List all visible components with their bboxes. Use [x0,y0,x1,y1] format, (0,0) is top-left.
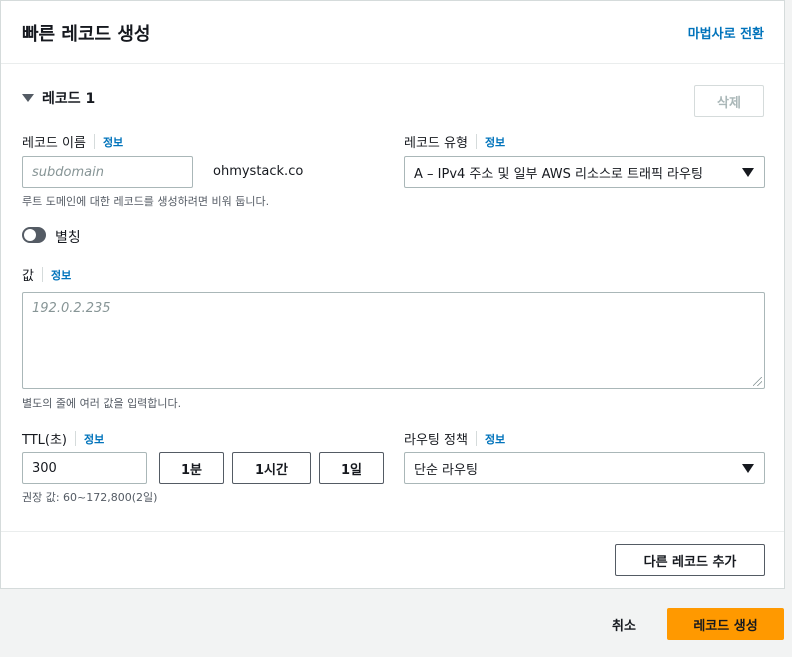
switch-to-wizard-link[interactable]: 마법사로 전환 [688,23,764,42]
ttl-value: 300 [32,460,57,476]
value-hint: 별도의 줄에 여러 값을 입력합니다. [22,397,182,410]
record-name-input[interactable]: subdomain [22,156,193,188]
value-label: 값 정보 [22,265,71,284]
record-name-label: 레코드 이름 정보 [22,132,123,151]
ttl-preset-1min-button[interactable]: 1분 [159,452,224,484]
delete-button[interactable]: 삭제 [694,85,764,117]
value-placeholder: 192.0.2.235 [32,301,111,316]
routing-policy-select[interactable]: 단순 라우팅 [404,452,765,484]
resize-grip-icon[interactable] [753,377,762,386]
routing-policy-label-text: 라우팅 정책 [404,433,468,448]
routing-policy-label: 라우팅 정책 정보 [404,429,505,448]
value-textarea[interactable]: 192.0.2.235 [22,292,765,389]
alias-toggle[interactable] [22,227,46,243]
divider [93,134,95,149]
record-name-placeholder: subdomain [32,164,104,180]
divider [75,431,76,446]
ttl-hint: 권장 값: 60~172,800(2일) [22,491,158,504]
ttl-input[interactable]: 300 [22,452,147,484]
add-another-record-button[interactable]: 다른 레코드 추가 [615,544,765,576]
record-section-toggle[interactable]: 레코드 1 [22,88,95,108]
record-name-label-text: 레코드 이름 [22,136,86,151]
alias-label: 별칭 [55,230,81,246]
dropdown-caret-icon [742,168,754,177]
ttl-preset-1day-button[interactable]: 1일 [319,452,384,484]
ttl-preset-1hour-button[interactable]: 1시간 [232,452,311,484]
divider [41,267,43,282]
record-heading: 레코드 1 [42,91,96,107]
ttl-label-text: TTL(초) [22,433,67,448]
section-divider [1,531,784,532]
routing-policy-info-link[interactable]: 정보 [485,431,505,447]
value-label-text: 값 [22,269,34,284]
quick-create-panel: 빠른 레코드 생성 마법사로 전환 레코드 1 삭제 레코드 이름 정보 sub… [0,0,785,589]
record-type-info-link[interactable]: 정보 [485,134,505,150]
create-records-button[interactable]: 레코드 생성 [667,608,784,640]
dropdown-caret-icon [742,464,754,473]
caret-down-icon [22,94,34,102]
record-type-selected: A – IPv4 주소 및 일부 AWS 리소스로 트래픽 라우팅 [414,166,703,182]
ttl-info-link[interactable]: 정보 [84,431,104,447]
divider [475,431,477,446]
value-info-link[interactable]: 정보 [51,267,71,283]
panel-header: 빠른 레코드 생성 마법사로 전환 [1,1,784,64]
record-type-select[interactable]: A – IPv4 주소 및 일부 AWS 리소스로 트래픽 라우팅 [404,156,765,188]
ttl-label: TTL(초) 정보 [22,429,104,448]
divider [475,134,477,149]
toggle-knob [24,229,36,241]
record-name-info-link[interactable]: 정보 [103,134,123,150]
record-type-label: 레코드 유형 정보 [404,132,505,151]
domain-suffix: ohmystack.co [213,164,304,179]
record-name-hint: 루트 도메인에 대한 레코드를 생성하려면 비워 둡니다. [22,195,270,208]
record-type-label-text: 레코드 유형 [404,136,468,151]
routing-policy-selected: 단순 라우팅 [414,462,478,478]
page-title: 빠른 레코드 생성 [22,24,151,45]
cancel-button[interactable]: 취소 [596,608,652,640]
